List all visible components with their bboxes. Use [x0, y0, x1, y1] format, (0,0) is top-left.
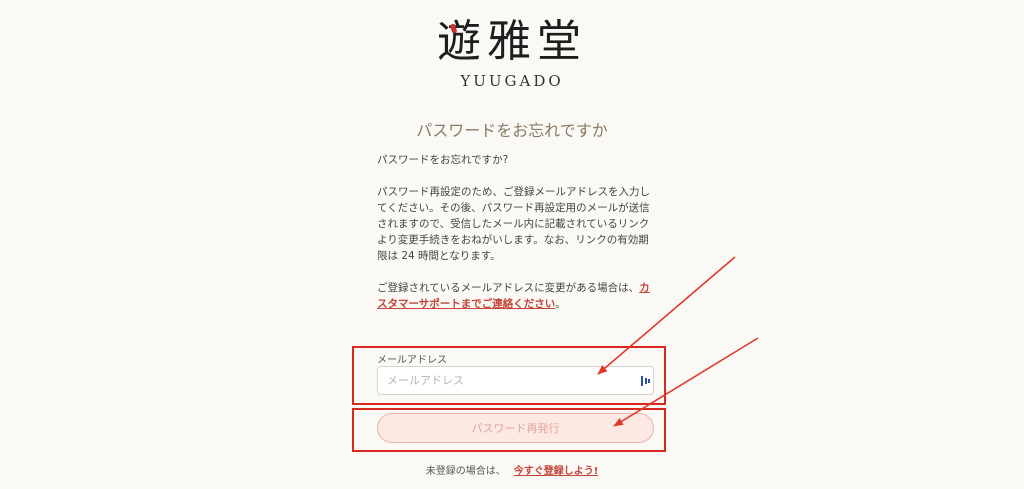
arrow-to-button — [613, 337, 759, 427]
arrow-to-email — [597, 256, 736, 375]
annotation-arrows — [597, 256, 759, 427]
